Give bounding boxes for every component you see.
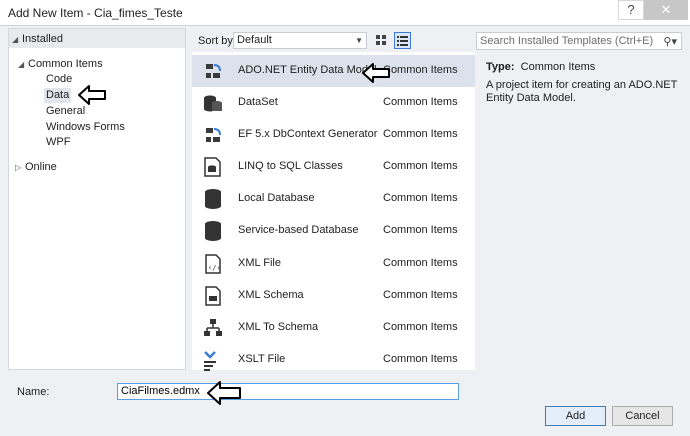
template-category: Common Items	[383, 96, 458, 108]
name-input[interactable]: CiaFilmes.edmx	[117, 383, 459, 400]
tree-installed-label: Installed	[22, 33, 63, 45]
template-category: Common Items	[383, 128, 458, 140]
template-category: Common Items	[383, 192, 458, 204]
sort-by-value: Default	[237, 34, 272, 46]
template-category: Common Items	[383, 353, 458, 365]
template-name: LINQ to SQL Classes	[238, 160, 343, 172]
dbcontext-generator-icon	[206, 128, 221, 142]
template-category: Common Items	[383, 289, 458, 301]
template-item-xml-schema[interactable]: XML Schema Common Items	[192, 280, 475, 312]
close-button[interactable]: ✕	[644, 0, 688, 20]
tree-item-wpf[interactable]: WPF	[46, 135, 70, 150]
xml-to-schema-icon	[204, 319, 222, 336]
annotation-arrow-icon	[207, 381, 241, 405]
template-name: Service-based Database	[238, 224, 359, 236]
template-name: DataSet	[238, 96, 278, 108]
linq-to-sql-icon	[204, 157, 221, 177]
xml-file-icon: ‹/›	[205, 254, 221, 274]
title-bar: Add New Item - Cia_fimes_Teste ? ✕	[0, 0, 690, 26]
dataset-icon	[204, 95, 222, 112]
tree-item-data[interactable]: Data	[44, 88, 72, 103]
list-view-icon	[397, 36, 408, 46]
template-item-local-database[interactable]: Local Database Common Items	[192, 183, 475, 215]
collapse-triangle-icon[interactable]: ◢	[18, 57, 28, 72]
sort-by-dropdown[interactable]: Default ▼	[233, 32, 367, 49]
xml-schema-icon	[205, 286, 221, 306]
template-item-xml-file[interactable]: ‹/› XML File Common Items	[192, 248, 475, 280]
template-name: XML To Schema	[238, 321, 319, 333]
search-templates-input[interactable]: Search Installed Templates (Ctrl+E) ⚲▾	[476, 32, 682, 50]
expand-triangle-icon[interactable]: ▷	[15, 160, 25, 175]
svg-text:‹/›: ‹/›	[208, 264, 221, 272]
tree-common-items-label: Common Items	[28, 58, 103, 70]
template-name: XML Schema	[238, 289, 304, 301]
grid-view-icon	[376, 35, 386, 45]
details-pane: Type: Common Items A project item for cr…	[476, 52, 684, 370]
search-placeholder: Search Installed Templates (Ctrl+E)	[480, 35, 654, 47]
list-view-button[interactable]	[394, 32, 411, 49]
template-category: Common Items	[383, 224, 458, 236]
grid-view-button[interactable]	[373, 32, 390, 49]
tree-item-windows-forms[interactable]: Windows Forms	[46, 120, 125, 135]
name-label: Name:	[17, 386, 50, 398]
template-name: XSLT File	[238, 353, 286, 365]
template-name: EF 5.x DbContext Generator	[238, 128, 378, 140]
type-value: Common Items	[520, 61, 596, 73]
template-name: ADO.NET Entity Data Model	[238, 64, 377, 76]
tree-item-general[interactable]: General	[46, 104, 85, 119]
help-button[interactable]: ?	[618, 0, 644, 20]
chevron-down-icon: ▼	[355, 36, 363, 45]
template-item-linq-to-sql[interactable]: LINQ to SQL Classes Common Items	[192, 151, 475, 183]
template-category: Common Items	[383, 64, 458, 76]
tree-online[interactable]: ▷ Online	[15, 160, 57, 175]
xslt-file-icon	[204, 351, 216, 371]
type-line: Type: Common Items	[486, 61, 595, 73]
template-item-ef-dbcontext[interactable]: EF 5.x DbContext Generator Common Items	[192, 119, 475, 151]
template-category: Common Items	[383, 160, 458, 172]
annotation-arrow-icon	[78, 85, 106, 105]
add-button[interactable]: Add	[545, 406, 606, 426]
template-name: Local Database	[238, 192, 315, 204]
sort-by-label: Sort by:	[198, 35, 236, 47]
tree-common-items[interactable]: ◢ Common Items	[18, 57, 103, 72]
search-icon[interactable]: ⚲▾	[663, 34, 677, 50]
template-category: Common Items	[383, 321, 458, 333]
tree-installed[interactable]: ◢ Installed	[12, 32, 63, 47]
collapse-triangle-icon[interactable]: ◢	[12, 32, 22, 47]
template-description: A project item for creating an ADO.NET E…	[486, 79, 678, 104]
template-item-dataset[interactable]: DataSet Common Items	[192, 87, 475, 119]
template-tree: ◢ Installed ◢ Common Items Code Data Gener…	[8, 28, 186, 370]
cancel-button[interactable]: Cancel	[612, 406, 673, 426]
tree-online-label: Online	[25, 161, 57, 173]
template-item-xml-to-schema[interactable]: XML To Schema Common Items	[192, 312, 475, 344]
annotation-arrow-icon	[362, 63, 390, 83]
template-item-service-database[interactable]: Service-based Database Common Items	[192, 215, 475, 247]
window-title: Add New Item - Cia_fimes_Teste	[8, 6, 183, 20]
database-icon	[205, 221, 221, 241]
template-list: ADO.NET Entity Data Model Common Items D…	[192, 52, 475, 371]
tree-item-code[interactable]: Code	[46, 72, 72, 87]
database-icon	[205, 189, 221, 209]
template-category: Common Items	[383, 257, 458, 269]
type-label: Type:	[486, 61, 515, 73]
entity-model-icon	[206, 64, 221, 78]
template-item-ado-net[interactable]: ADO.NET Entity Data Model Common Items	[192, 55, 475, 87]
template-item-xslt-file[interactable]: XSLT File Common Items	[192, 344, 475, 376]
template-name: XML File	[238, 257, 281, 269]
